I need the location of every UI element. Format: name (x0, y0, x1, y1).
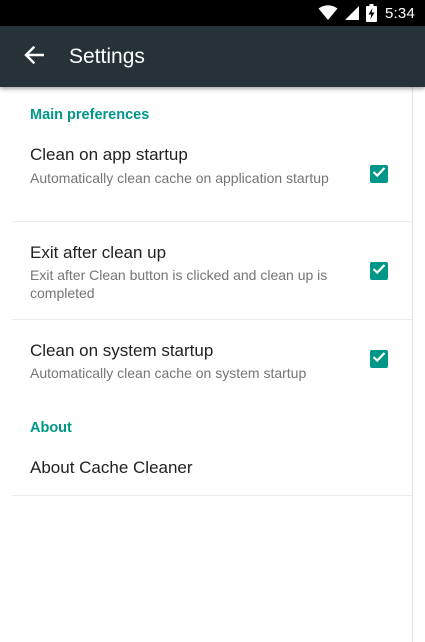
divider (12, 221, 413, 222)
arrow-back-icon (24, 45, 45, 69)
scroll-edge (412, 87, 425, 642)
settings-list: Main preferences Clean on app startup Au… (0, 87, 413, 642)
back-button[interactable] (18, 42, 50, 72)
pref-title: Exit after clean up (30, 243, 167, 262)
page-title: Settings (69, 45, 145, 68)
app-bar: Settings (0, 26, 425, 87)
status-bar: 5:34 (0, 0, 425, 26)
pref-summary: Exit after Clean button is clicked and c… (30, 267, 328, 301)
pref-title: Clean on app startup (30, 145, 188, 164)
check-icon (372, 165, 386, 183)
wifi-icon (318, 5, 338, 21)
section-header-main-preferences: Main preferences (30, 107, 150, 123)
status-time: 5:34 (385, 4, 415, 22)
pref-exit-after-clean-up[interactable]: Exit after clean up Exit after Clean but… (12, 235, 413, 319)
check-icon (372, 262, 386, 280)
section-header-about: About (30, 420, 72, 436)
pref-summary: Automatically clean cache on system star… (30, 365, 307, 381)
pref-clean-on-app-startup[interactable]: Clean on app startup Automatically clean… (12, 139, 413, 221)
divider (12, 495, 413, 496)
checkbox-clean-on-system-startup[interactable] (370, 350, 388, 368)
pref-clean-on-system-startup[interactable]: Clean on system startup Automatically cl… (12, 333, 413, 393)
checkbox-exit-after-clean-up[interactable] (370, 262, 388, 280)
divider (12, 319, 413, 320)
checkbox-clean-on-app-startup[interactable] (370, 165, 388, 183)
pref-summary: Automatically clean cache on application… (30, 170, 329, 186)
pref-title: About Cache Cleaner (30, 458, 193, 477)
pref-about-cache-cleaner[interactable]: About Cache Cleaner (12, 447, 413, 495)
check-icon (372, 350, 386, 368)
signal-icon (344, 5, 360, 21)
status-icons: 5:34 (318, 3, 415, 23)
battery-charging-icon (366, 4, 377, 22)
pref-title: Clean on system startup (30, 341, 214, 360)
